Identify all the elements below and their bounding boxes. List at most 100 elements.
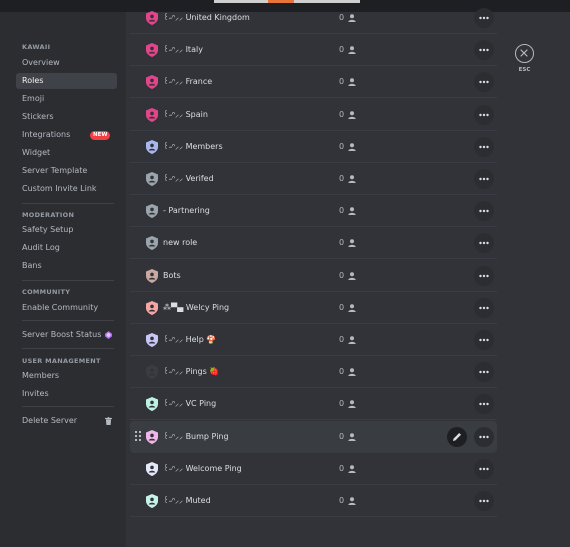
sidebar-item-safety-setup[interactable]: Safety Setup — [16, 222, 117, 238]
role-row[interactable]: ꒰˶ᐢ⸝⸝ Verifed 0 — [130, 163, 497, 195]
role-more-options-button[interactable] — [474, 233, 494, 254]
sidebar-divider — [22, 280, 114, 281]
role-more-options-button[interactable] — [474, 72, 494, 93]
more-dots-icon — [479, 499, 489, 503]
sidebar-divider — [22, 406, 114, 407]
role-row[interactable]: ꒰˶ᐢ⸝⸝ Help 🍄 0 — [130, 324, 497, 356]
member-person-icon — [348, 207, 356, 216]
sidebar-item-invites[interactable]: Invites — [16, 386, 117, 402]
role-shield-icon — [146, 75, 158, 90]
role-more-options-button[interactable] — [474, 491, 494, 511]
drag-handle-icon[interactable] — [135, 430, 141, 443]
role-more-options-button[interactable] — [474, 330, 494, 350]
edit-role-button[interactable] — [447, 426, 467, 447]
member-person-icon — [348, 368, 356, 377]
role-name: Bots — [163, 270, 181, 280]
sidebar-item-delete-server[interactable]: Delete Server — [16, 413, 117, 429]
role-name: - Partnering — [163, 206, 210, 216]
trash-icon — [105, 417, 112, 425]
role-more-options-button[interactable] — [474, 265, 494, 286]
role-member-count: 0 — [339, 496, 345, 505]
role-more-options-button[interactable] — [474, 201, 494, 222]
sidebar-item-emoji[interactable]: Emoji — [16, 91, 117, 107]
section-title-server: KAWAII — [22, 43, 51, 51]
role-row[interactable]: ꒰˶ᐢ⸝⸝ VC Ping 0 — [130, 388, 497, 421]
role-name: ꒰˶ᐢ⸝⸝ United Kingdom — [163, 13, 250, 22]
role-row[interactable]: ꒰˶ᐢ⸝⸝ United Kingdom 0 — [130, 2, 497, 34]
role-row[interactable]: - Partnering 0 — [130, 195, 497, 228]
sidebar-item-label: Server Boost Status — [22, 330, 102, 339]
role-more-options-button[interactable] — [474, 458, 494, 479]
sidebar-item-enable-community[interactable]: Enable Community — [16, 300, 117, 316]
role-shield-icon — [146, 43, 158, 58]
role-row[interactable]: ꒰˶ᐢ⸝⸝ France 0 — [130, 66, 497, 99]
sidebar-item-roles[interactable]: Roles — [16, 73, 117, 89]
more-dots-icon — [479, 209, 489, 213]
sidebar-item-server-boost-status[interactable]: Server Boost Status — [16, 327, 117, 343]
role-shield-icon — [146, 333, 158, 347]
sidebar-item-overview[interactable]: Overview — [16, 55, 117, 71]
sidebar-item-server-template[interactable]: Server Template — [16, 163, 117, 179]
section-title-user-management: USER MANAGEMENT — [22, 357, 101, 365]
sidebar-item-custom-invite-link[interactable]: Custom Invite Link — [16, 181, 117, 197]
role-shield-icon — [146, 461, 158, 476]
role-member-count: 0 — [339, 206, 345, 216]
sidebar-item-bans[interactable]: Bans — [16, 258, 117, 274]
role-row[interactable]: ꒰˶ᐢ⸝⸝ Spain 0 — [130, 99, 497, 131]
role-more-options-button[interactable] — [474, 297, 494, 318]
section-title-moderation: MODERATION — [22, 211, 75, 219]
role-more-options-button[interactable] — [474, 362, 494, 383]
role-row[interactable]: ꒰˶ᐢ⸝⸝ Muted 0 — [130, 485, 497, 517]
role-shield-icon — [146, 494, 158, 508]
role-row[interactable]: ꒰˶ᐢ⸝⸝ Welcome Ping 0 — [130, 453, 497, 485]
role-row[interactable]: ꒰˶ᐢ⸝⸝ Bump Ping 0 — [130, 420, 497, 453]
role-name: ꒰˶ᐢ⸝⸝ Pings 🍓 — [163, 367, 220, 377]
role-shield-icon — [146, 300, 158, 315]
role-more-options-button[interactable] — [474, 169, 494, 189]
sidebar-item-widget[interactable]: Widget — [16, 145, 117, 161]
role-more-options-button[interactable] — [474, 136, 494, 157]
member-person-icon — [348, 336, 356, 344]
role-shield-icon — [146, 204, 158, 219]
role-shield-icon — [146, 397, 158, 412]
sidebar-divider — [22, 348, 114, 349]
member-person-icon — [348, 46, 356, 55]
sidebar-item-integrations[interactable]: Integrations NEW — [16, 127, 117, 143]
role-more-options-button[interactable] — [474, 8, 494, 28]
more-dots-icon — [479, 338, 489, 342]
role-more-options-button[interactable] — [474, 426, 494, 447]
role-row[interactable]: ⁂▀▄ Welcy Ping 0 — [130, 292, 497, 324]
role-member-count: 0 — [339, 45, 345, 55]
member-person-icon — [348, 239, 356, 248]
role-more-options-button[interactable] — [474, 40, 494, 61]
role-member-count: 0 — [339, 77, 345, 87]
role-more-options-button[interactable] — [474, 394, 494, 415]
sidebar-divider — [22, 203, 114, 204]
role-row[interactable]: new role 0 — [130, 227, 497, 260]
esc-label: ESC — [518, 67, 531, 73]
role-member-count: 0 — [339, 141, 345, 151]
more-dots-icon — [479, 435, 489, 438]
sidebar-item-label: Integrations — [22, 130, 71, 139]
role-row[interactable]: Bots 0 — [130, 260, 497, 292]
close-settings-button[interactable] — [515, 44, 534, 63]
role-name: ꒰˶ᐢ⸝⸝ France — [163, 77, 213, 87]
role-name: ꒰˶ᐢ⸝⸝ Spain — [163, 109, 208, 119]
role-member-count: 0 — [339, 431, 345, 441]
role-member-count: 0 — [339, 13, 345, 22]
member-person-icon — [348, 78, 356, 87]
sidebar-item-members[interactable]: Members — [16, 368, 117, 384]
role-more-options-button[interactable] — [474, 104, 494, 125]
sidebar-item-stickers[interactable]: Stickers — [16, 109, 117, 125]
sidebar-divider — [22, 320, 114, 321]
sidebar-item-audit-log[interactable]: Audit Log — [16, 240, 117, 256]
role-shield-icon — [146, 365, 158, 380]
role-row[interactable]: ꒰˶ᐢ⸝⸝ Pings 🍓 0 — [130, 356, 497, 389]
role-row[interactable]: ꒰˶ᐢ⸝⸝ Italy 0 — [130, 34, 497, 67]
role-shield-icon — [146, 172, 158, 186]
role-row[interactable]: ꒰˶ᐢ⸝⸝ Members 0 — [130, 131, 497, 163]
sidebar-item-label: Delete Server — [22, 416, 78, 425]
member-person-icon — [348, 142, 356, 151]
role-member-count: 0 — [339, 399, 345, 409]
role-shield-icon — [146, 139, 158, 154]
